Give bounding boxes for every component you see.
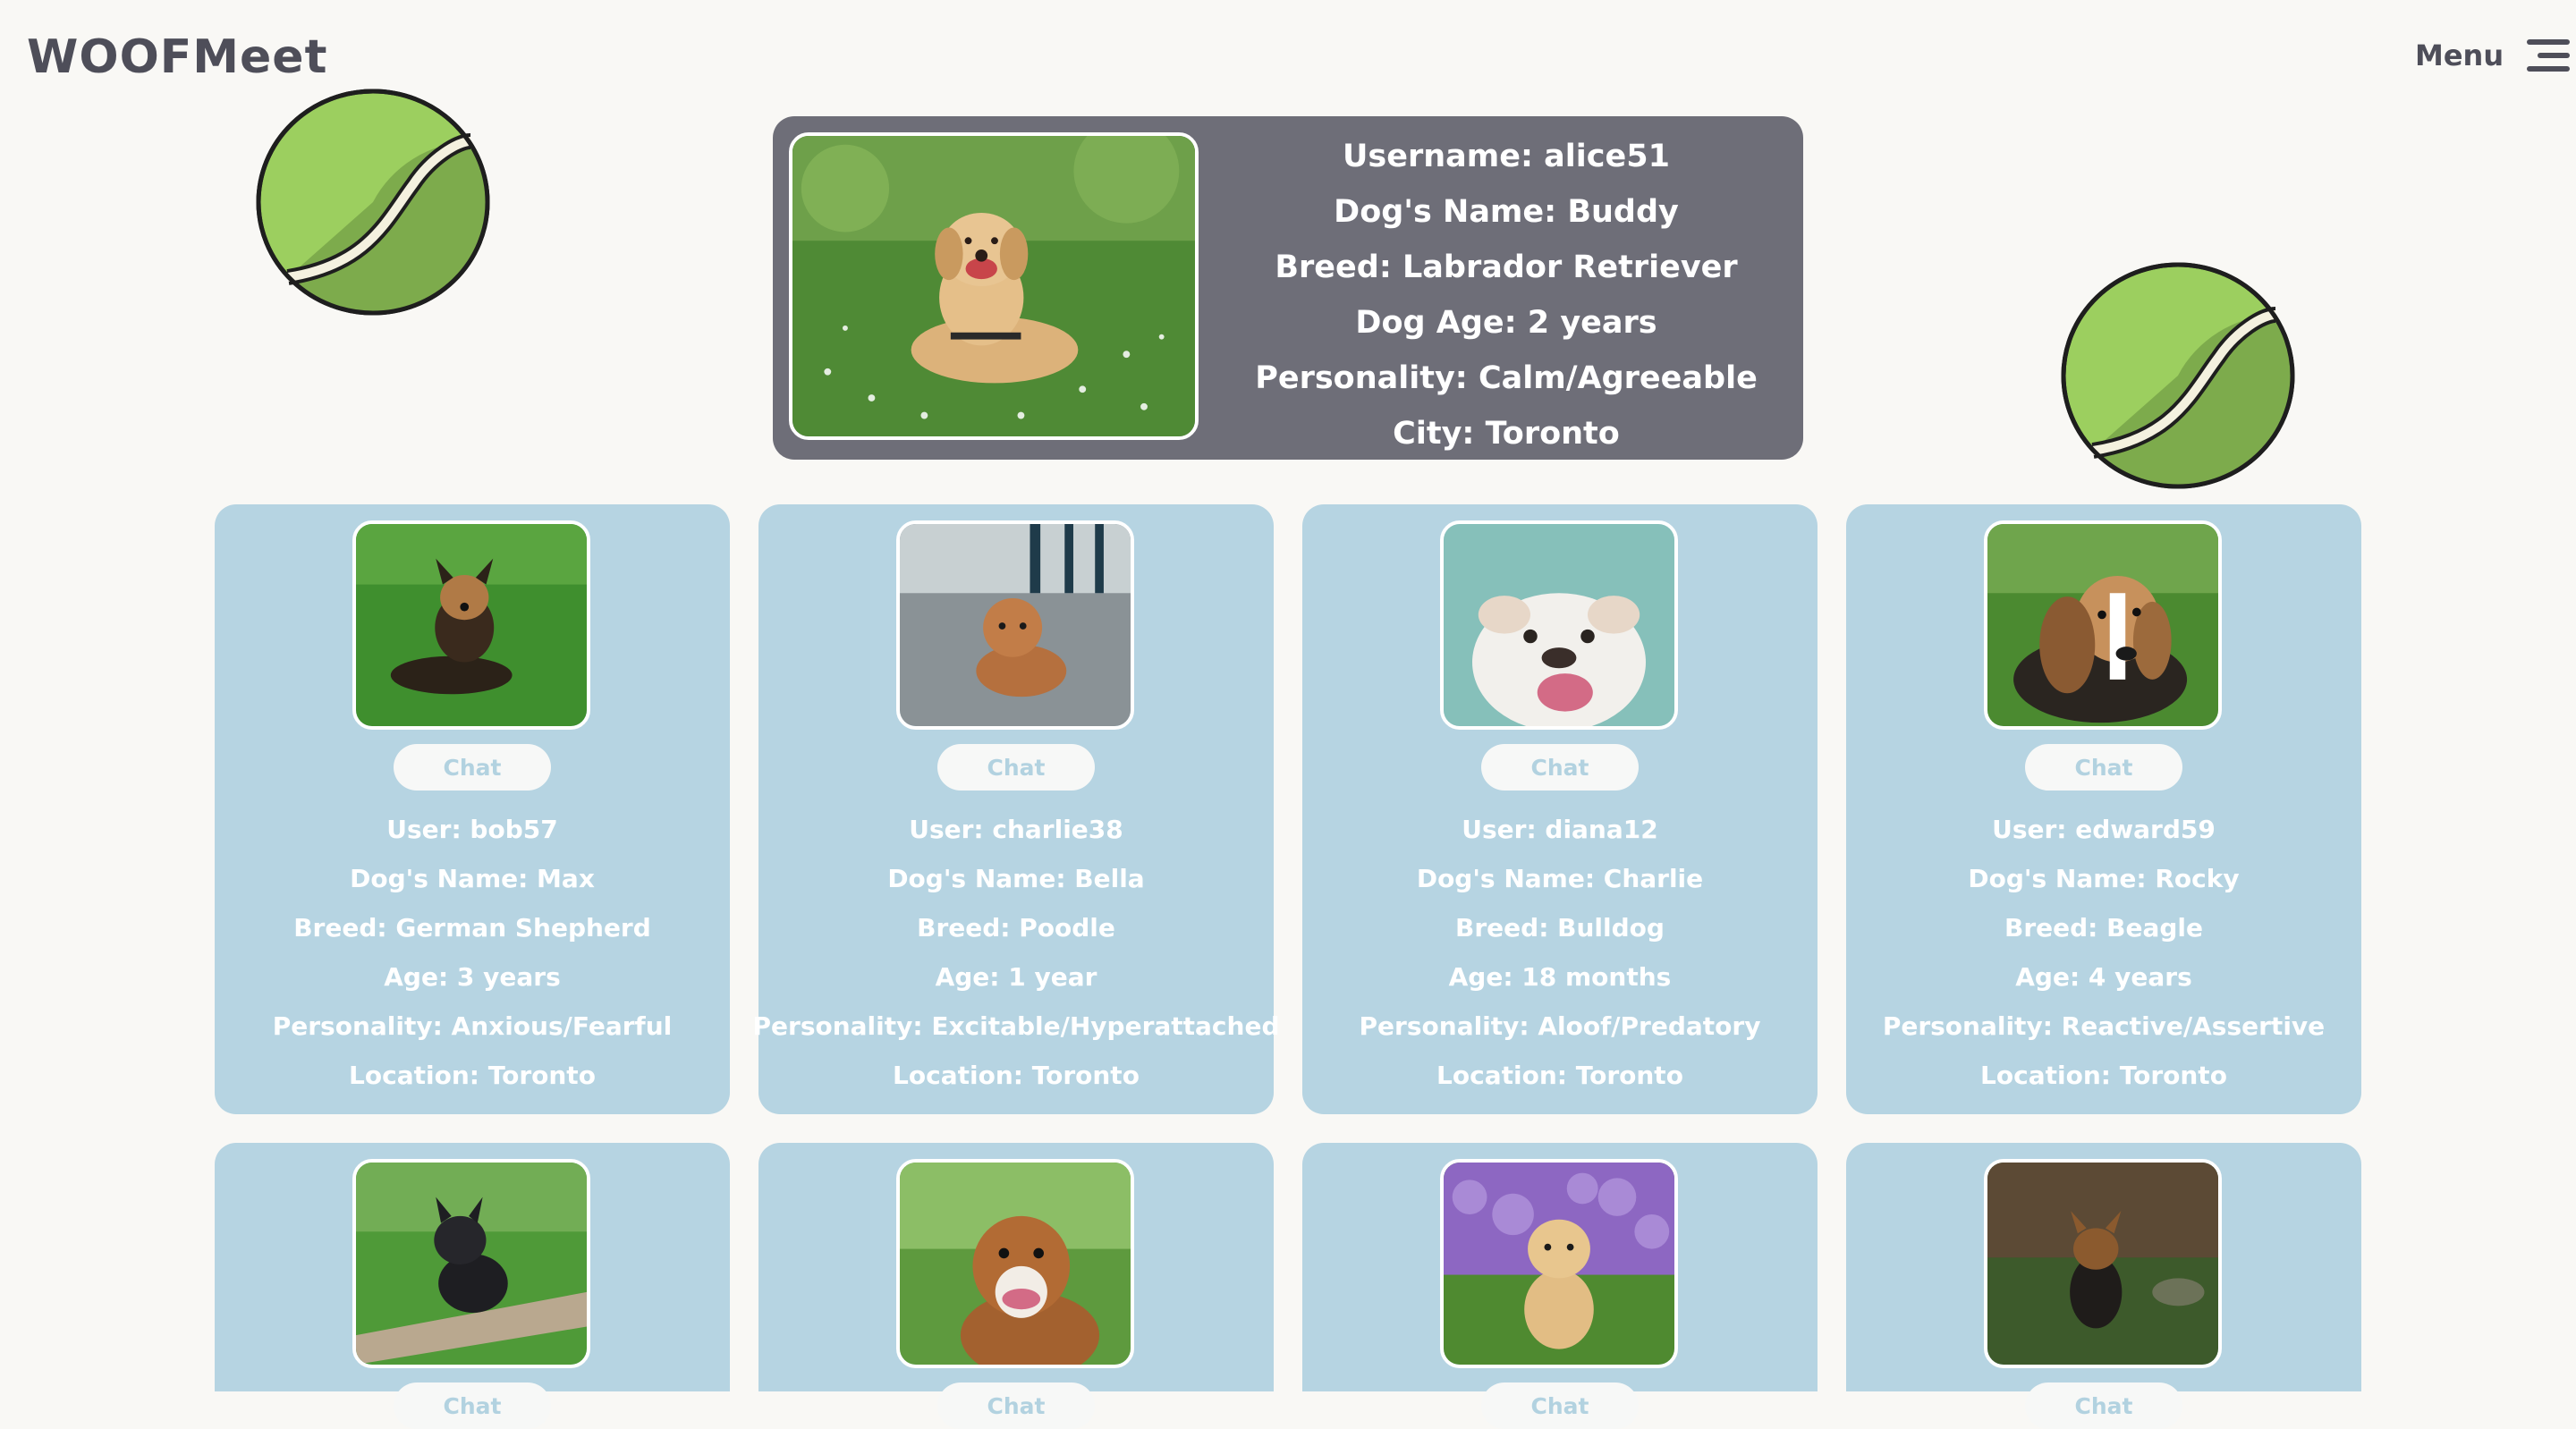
match-dog-name: Dog's Name: Rocky bbox=[1968, 864, 2240, 893]
chat-button[interactable]: Chat bbox=[394, 1382, 551, 1429]
match-breed: Breed: Beagle bbox=[2004, 913, 2203, 943]
match-location: Location: Toronto bbox=[349, 1061, 596, 1090]
match-age: Age: 1 year bbox=[935, 962, 1097, 992]
match-info: User: diana12 Dog's Name: Charlie Breed:… bbox=[1302, 805, 1818, 1100]
featured-profile-info: Username: alice51 Dog's Name: Buddy Bree… bbox=[1238, 129, 1775, 461]
match-card: Chat bbox=[215, 1143, 730, 1429]
featured-city: City: Toronto bbox=[1393, 416, 1620, 452]
match-breed: Breed: Poodle bbox=[917, 913, 1115, 943]
match-breed: Breed: Bulldog bbox=[1455, 913, 1665, 943]
featured-breed: Breed: Labrador Retriever bbox=[1275, 249, 1738, 285]
match-card: Chat bbox=[1846, 1143, 2361, 1429]
featured-dog-photo bbox=[789, 132, 1199, 440]
featured-age: Dog Age: 2 years bbox=[1355, 305, 1657, 341]
match-user: User: bob57 bbox=[386, 815, 558, 844]
match-dog-name: Dog's Name: Charlie bbox=[1416, 864, 1704, 893]
dog-photo bbox=[1440, 1159, 1678, 1368]
app-logo[interactable]: WOOFMeet bbox=[27, 30, 327, 84]
match-card: Chat User: bob57 Dog's Name: Max Breed: … bbox=[215, 504, 730, 1114]
menu-label[interactable]: Menu bbox=[2415, 38, 2504, 72]
match-location: Location: Toronto bbox=[1436, 1061, 1683, 1090]
match-card: Chat User: edward59 Dog's Name: Rocky Br… bbox=[1846, 504, 2361, 1114]
hamburger-menu-icon[interactable] bbox=[2527, 38, 2571, 73]
chat-button[interactable]: Chat bbox=[1481, 744, 1639, 791]
match-personality: Personality: Excitable/Hyperattached bbox=[752, 1011, 1280, 1041]
chat-button[interactable]: Chat bbox=[394, 744, 551, 791]
match-card: Chat User: charlie38 Dog's Name: Bella B… bbox=[753, 504, 1280, 1114]
dog-photo bbox=[896, 1159, 1134, 1368]
tennis-ball-icon bbox=[2061, 262, 2295, 489]
match-breed: Breed: German Shepherd bbox=[293, 913, 651, 943]
match-personality: Personality: Reactive/Assertive bbox=[1882, 1011, 2326, 1041]
dog-photo bbox=[352, 520, 590, 730]
match-user: User: diana12 bbox=[1462, 815, 1658, 844]
featured-profile-card: Username: alice51 Dog's Name: Buddy Bree… bbox=[773, 116, 1803, 460]
chat-button[interactable]: Chat bbox=[2025, 1382, 2182, 1429]
match-info: User: edward59 Dog's Name: Rocky Breed: … bbox=[1846, 805, 2361, 1100]
dog-photo bbox=[896, 520, 1134, 730]
chat-button[interactable]: Chat bbox=[2025, 744, 2182, 791]
match-location: Location: Toronto bbox=[1980, 1061, 2227, 1090]
match-age: Age: 3 years bbox=[384, 962, 561, 992]
match-info: User: charlie38 Dog's Name: Bella Breed:… bbox=[753, 805, 1280, 1100]
dog-photo bbox=[352, 1159, 590, 1368]
match-location: Location: Toronto bbox=[893, 1061, 1140, 1090]
featured-personality: Personality: Calm/Agreeable bbox=[1255, 360, 1758, 396]
match-dog-name: Dog's Name: Max bbox=[350, 864, 595, 893]
dog-photo bbox=[1440, 520, 1678, 730]
featured-username: Username: alice51 bbox=[1343, 139, 1670, 174]
tennis-ball-icon bbox=[256, 89, 490, 316]
dog-photo bbox=[1984, 520, 2222, 730]
menu-button[interactable]: Menu bbox=[2415, 38, 2571, 73]
match-card: Chat User: diana12 Dog's Name: Charlie B… bbox=[1302, 504, 1818, 1114]
match-card: Chat bbox=[1302, 1143, 1818, 1429]
chat-button[interactable]: Chat bbox=[937, 744, 1095, 791]
match-personality: Personality: Aloof/Predatory bbox=[1359, 1011, 1761, 1041]
match-user: User: edward59 bbox=[1992, 815, 2216, 844]
match-info: User: bob57 Dog's Name: Max Breed: Germa… bbox=[215, 805, 730, 1100]
match-user: User: charlie38 bbox=[909, 815, 1123, 844]
match-personality: Personality: Anxious/Fearful bbox=[272, 1011, 673, 1041]
dog-photo bbox=[1984, 1159, 2222, 1368]
match-card: Chat bbox=[758, 1143, 1274, 1429]
match-age: Age: 4 years bbox=[2015, 962, 2192, 992]
match-age: Age: 18 months bbox=[1448, 962, 1672, 992]
match-dog-name: Dog's Name: Bella bbox=[887, 864, 1145, 893]
chat-button[interactable]: Chat bbox=[937, 1382, 1095, 1429]
featured-dog-name: Dog's Name: Buddy bbox=[1334, 194, 1679, 230]
chat-button[interactable]: Chat bbox=[1481, 1382, 1639, 1429]
